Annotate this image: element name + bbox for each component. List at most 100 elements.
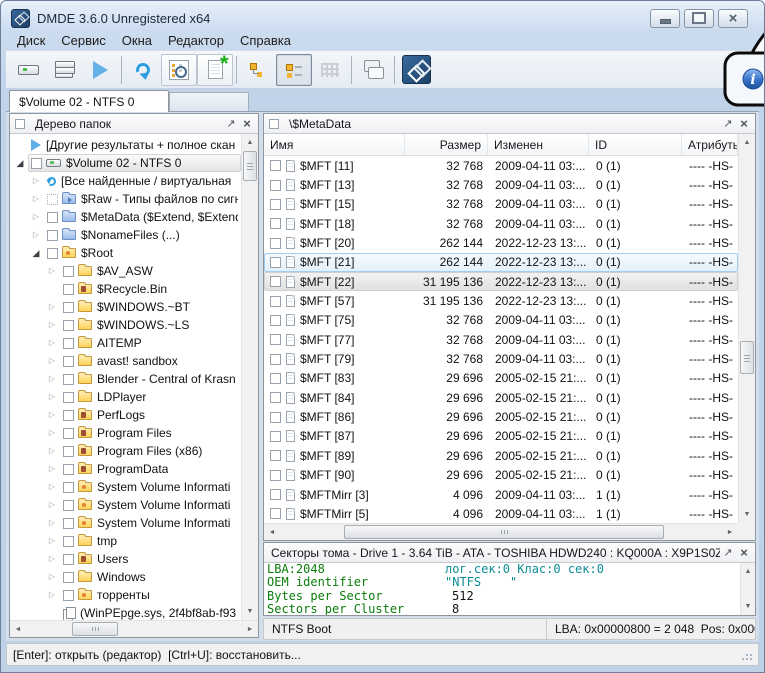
expander-icon[interactable]: ▷ (44, 406, 60, 424)
expander-icon[interactable]: ▷ (44, 460, 60, 478)
tree-item[interactable]: ▷Program Files (10, 424, 241, 442)
tree-item[interactable]: ▷PerfLogs (10, 406, 241, 424)
file-row[interactable]: $MFT [90]29 6962005-02-15 21:...0 (1)---… (264, 466, 738, 485)
resize-grip[interactable] (742, 650, 752, 660)
panel-checkbox[interactable] (269, 119, 279, 129)
file-row[interactable]: $MFT [57]31 195 1362022-12-23 13:...0 (1… (264, 291, 738, 310)
checkbox[interactable] (270, 431, 281, 442)
tree-item[interactable]: ▷tmp (10, 532, 241, 550)
checkbox[interactable] (47, 212, 58, 223)
file-row[interactable]: $MFT [87]29 6962005-02-15 21:...0 (1)---… (264, 427, 738, 446)
expander-icon[interactable]: ▷ (44, 388, 60, 406)
file-row[interactable]: $MFT [77]32 7682009-04-11 03:...0 (1)---… (264, 330, 738, 349)
checkbox[interactable] (63, 554, 74, 565)
expander-icon[interactable]: ▷ (44, 352, 60, 370)
expander-icon[interactable]: ▷ (44, 334, 60, 352)
file-row[interactable]: $MFT [89]29 6962005-02-15 21:...0 (1)---… (264, 446, 738, 465)
expander-icon[interactable]: ▷ (44, 532, 60, 550)
table-vertical-scrollbar[interactable]: ▲ ▼ (738, 134, 755, 523)
tree-horizontal-scrollbar[interactable]: ◄ ► (10, 620, 258, 637)
checkbox[interactable] (63, 410, 74, 421)
checkbox[interactable] (47, 230, 58, 241)
expander-icon[interactable]: ▷ (44, 586, 60, 604)
menu-item-4[interactable]: Редактор (160, 32, 232, 49)
tree-item[interactable]: ▷System Volume Informati (10, 478, 241, 496)
checkbox[interactable] (270, 412, 281, 423)
tree-item[interactable]: ▷AITEMP (10, 334, 241, 352)
tree-item[interactable]: ▷Blender - Central of Krasn (10, 370, 241, 388)
tree-item[interactable]: ▷$NonameFiles (...) (10, 226, 241, 244)
popout-icon[interactable] (223, 116, 239, 131)
file-row[interactable]: $MFT [83]29 6962005-02-15 21:...0 (1)---… (264, 369, 738, 388)
scroll-thumb[interactable] (740, 341, 754, 374)
expander-icon[interactable]: ▷ (44, 316, 60, 334)
file-row[interactable]: $MFT [22]31 195 1362022-12-23 13:...0 (1… (264, 272, 738, 291)
file-row[interactable]: $MFTMirr [3]4 0962009-04-11 03:...1 (1)-… (264, 485, 738, 504)
checkbox[interactable] (270, 489, 281, 500)
scroll-thumb[interactable] (72, 622, 118, 636)
expander-icon[interactable]: ▷ (44, 478, 60, 496)
popout-icon[interactable] (720, 545, 736, 560)
menu-item-2[interactable]: Сервис (53, 32, 114, 49)
close-icon[interactable] (239, 116, 255, 131)
partitions-button[interactable] (46, 54, 82, 86)
new-scan-button[interactable] (197, 54, 233, 86)
file-row[interactable]: $MFT [13]32 7682009-04-11 03:...0 (1)---… (264, 175, 738, 194)
tree-item[interactable]: ▷ProgramData (10, 460, 241, 478)
tree-item[interactable]: ▷Program Files (x86) (10, 442, 241, 460)
tree-item[interactable]: $Recycle.Bin (10, 280, 241, 298)
tree-item[interactable]: ▷System Volume Informati (10, 514, 241, 532)
checkbox[interactable] (270, 257, 281, 268)
tree-item[interactable]: ▷Users (10, 550, 241, 568)
checkbox[interactable] (63, 464, 74, 475)
expander-icon[interactable]: ▷ (44, 496, 60, 514)
expander-icon[interactable]: ▷ (44, 514, 60, 532)
checkbox[interactable] (63, 518, 74, 529)
close-icon[interactable] (736, 545, 752, 560)
info-balloon[interactable]: i (713, 25, 765, 109)
checkbox[interactable] (270, 276, 281, 287)
expander-icon[interactable]: ▷ (28, 226, 44, 244)
scroll-thumb[interactable] (344, 525, 664, 539)
checkbox[interactable] (270, 218, 281, 229)
dmde-editor-button[interactable] (398, 54, 434, 86)
checkbox[interactable] (63, 338, 74, 349)
tree-item[interactable]: ▷$WINDOWS.~LS (10, 316, 241, 334)
checkbox[interactable] (270, 199, 281, 210)
file-row[interactable]: $MFT [20]262 1442022-12-23 13:...0 (1)--… (264, 233, 738, 252)
scroll-down-icon[interactable]: ▼ (739, 507, 755, 522)
tree-item[interactable]: ▷$Raw - Типы файлов по сигн (10, 190, 241, 208)
sector-vertical-scrollbar[interactable]: ▲ ▼ (740, 563, 755, 615)
refresh-button[interactable] (125, 54, 161, 86)
table-horizontal-scrollbar[interactable]: ◄ ► (264, 523, 738, 540)
checkbox[interactable] (63, 302, 74, 313)
scroll-up-icon[interactable]: ▲ (741, 564, 755, 579)
checkbox[interactable] (63, 428, 74, 439)
expander-icon[interactable]: ▷ (44, 442, 60, 460)
tab-active[interactable]: $Volume 02 - NTFS 0 (9, 90, 169, 112)
file-row[interactable]: $MFT [15]32 7682009-04-11 03:...0 (1)---… (264, 195, 738, 214)
close-icon[interactable] (736, 116, 752, 131)
expander-icon[interactable]: ▷ (44, 370, 60, 388)
tree-item[interactable]: ◢$Root (10, 244, 241, 262)
scroll-up-icon[interactable]: ▲ (739, 135, 755, 150)
menu-item-5[interactable]: Справка (232, 32, 299, 49)
checkbox[interactable] (63, 284, 74, 295)
checkbox[interactable] (63, 482, 74, 493)
checkbox[interactable] (270, 238, 281, 249)
checkbox[interactable] (270, 160, 281, 171)
expander-icon[interactable]: ◢ (12, 154, 28, 172)
tree-item[interactable]: ▷avast! sandbox (10, 352, 241, 370)
scroll-down-icon[interactable]: ▼ (741, 599, 755, 614)
checkbox[interactable] (63, 446, 74, 457)
column-header-2[interactable]: Размер (405, 134, 488, 155)
file-row[interactable]: $MFT [84]29 6962005-02-15 21:...0 (1)---… (264, 388, 738, 407)
checkbox[interactable] (63, 356, 74, 367)
column-header-1[interactable]: Имя (264, 134, 405, 155)
checkbox[interactable] (270, 470, 281, 481)
tree-item[interactable]: ▷LDPlayer (10, 388, 241, 406)
checkbox[interactable] (270, 334, 281, 345)
column-header-4[interactable]: ID (589, 134, 682, 155)
checkbox[interactable] (63, 572, 74, 583)
scroll-left-icon[interactable]: ◄ (264, 524, 280, 540)
